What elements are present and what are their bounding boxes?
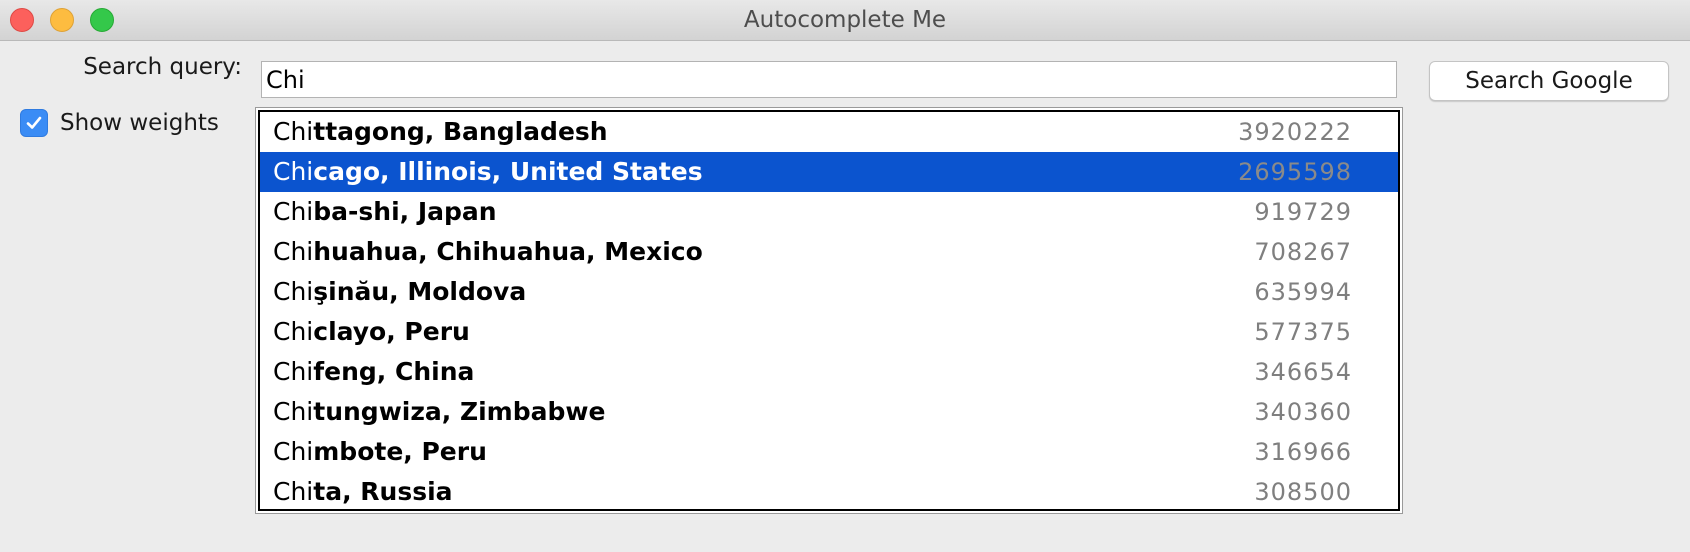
show-weights-label: Show weights bbox=[60, 110, 219, 136]
suggestion-matched-prefix: Chi bbox=[273, 357, 314, 386]
suggestion-matched-prefix: Chi bbox=[273, 197, 314, 226]
suggestion-term: Chitungwiza, Zimbabwe bbox=[273, 392, 605, 432]
suggestion-weight: 316966 bbox=[1254, 438, 1352, 466]
suggestion-weight: 308500 bbox=[1254, 478, 1352, 506]
suggestion-item[interactable]: Chişinău, Moldova 635994 bbox=[260, 272, 1398, 312]
suggestion-item[interactable]: Chittagong, Bangladesh 3920222 bbox=[260, 112, 1398, 152]
suggestion-term: Chişinău, Moldova bbox=[273, 272, 526, 312]
suggestion-item[interactable]: Chicago, Illinois, United States 2695598 bbox=[260, 152, 1398, 192]
suggestion-term: Chimbote, Peru bbox=[273, 432, 487, 472]
app-window: Autocomplete Me Search query: Search Goo… bbox=[0, 0, 1690, 552]
suggestion-item[interactable]: Chita, Russia 308500 bbox=[260, 472, 1398, 512]
search-input[interactable] bbox=[261, 61, 1397, 98]
suggestion-matched-prefix: Chi bbox=[273, 237, 314, 266]
show-weights-checkbox[interactable] bbox=[20, 109, 48, 137]
suggestion-term: Chifeng, China bbox=[273, 352, 474, 392]
search-query-label: Search query: bbox=[83, 54, 242, 80]
suggestion-item[interactable]: Chitungwiza, Zimbabwe 340360 bbox=[260, 392, 1398, 432]
window-title: Autocomplete Me bbox=[743, 7, 947, 33]
suggestion-item[interactable]: Chihuahua, Chihuahua, Mexico 708267 bbox=[260, 232, 1398, 272]
suggestion-matched-prefix: Chi bbox=[273, 157, 314, 186]
search-google-button[interactable]: Search Google bbox=[1429, 61, 1669, 101]
suggestion-term: Chicago, Illinois, United States bbox=[273, 152, 703, 192]
suggestion-weight: 2695598 bbox=[1238, 158, 1352, 186]
suggestion-term: Chihuahua, Chihuahua, Mexico bbox=[273, 232, 703, 272]
suggestion-item[interactable]: Chiba-shi, Japan 919729 bbox=[260, 192, 1398, 232]
suggestion-matched-prefix: Chi bbox=[273, 277, 314, 306]
suggestion-weight: 346654 bbox=[1254, 358, 1352, 386]
suggestion-weight: 919729 bbox=[1254, 198, 1352, 226]
suggestion-weight: 577375 bbox=[1254, 318, 1352, 346]
suggestion-list-frame: Chittagong, Bangladesh 3920222 Chicago, Il… bbox=[258, 110, 1400, 511]
suggestion-completion: tungwiza, Zimbabwe bbox=[313, 397, 606, 426]
suggestion-term: Chiclayo, Peru bbox=[273, 312, 470, 352]
suggestion-matched-prefix: Chi bbox=[273, 437, 314, 466]
suggestion-weight: 340360 bbox=[1254, 398, 1352, 426]
suggestion-completion: huahua, Chihuahua, Mexico bbox=[313, 237, 703, 266]
suggestion-list[interactable]: Chittagong, Bangladesh 3920222 Chicago, Il… bbox=[255, 107, 1403, 514]
suggestion-term: Chittagong, Bangladesh bbox=[273, 112, 608, 152]
suggestion-completion: ta, Russia bbox=[313, 477, 453, 506]
suggestion-term: Chiba-shi, Japan bbox=[273, 192, 497, 232]
suggestion-item[interactable]: Chimbote, Peru 316966 bbox=[260, 432, 1398, 472]
suggestion-completion: cago, Illinois, United States bbox=[313, 157, 703, 186]
suggestion-weight: 3920222 bbox=[1238, 118, 1352, 146]
suggestion-completion: mbote, Peru bbox=[313, 437, 487, 466]
suggestion-completion: ttagong, Bangladesh bbox=[313, 117, 608, 146]
suggestion-matched-prefix: Chi bbox=[273, 317, 314, 346]
suggestion-matched-prefix: Chi bbox=[273, 477, 314, 506]
suggestion-completion: şinău, Moldova bbox=[313, 277, 527, 306]
suggestion-item[interactable]: Chiclayo, Peru 577375 bbox=[260, 312, 1398, 352]
suggestion-completion: feng, China bbox=[313, 357, 475, 386]
suggestion-completion: ba-shi, Japan bbox=[313, 197, 497, 226]
title-bar: Autocomplete Me bbox=[0, 0, 1690, 41]
suggestion-matched-prefix: Chi bbox=[273, 397, 314, 426]
show-weights-option[interactable]: Show weights bbox=[20, 108, 219, 138]
suggestion-completion: clayo, Peru bbox=[313, 317, 470, 346]
suggestion-term: Chita, Russia bbox=[273, 472, 453, 512]
suggestion-item[interactable]: Chifeng, China 346654 bbox=[260, 352, 1398, 392]
suggestion-weight: 635994 bbox=[1254, 278, 1352, 306]
suggestion-weight: 708267 bbox=[1254, 238, 1352, 266]
suggestion-matched-prefix: Chi bbox=[273, 117, 314, 146]
checkmark-icon bbox=[26, 116, 42, 129]
